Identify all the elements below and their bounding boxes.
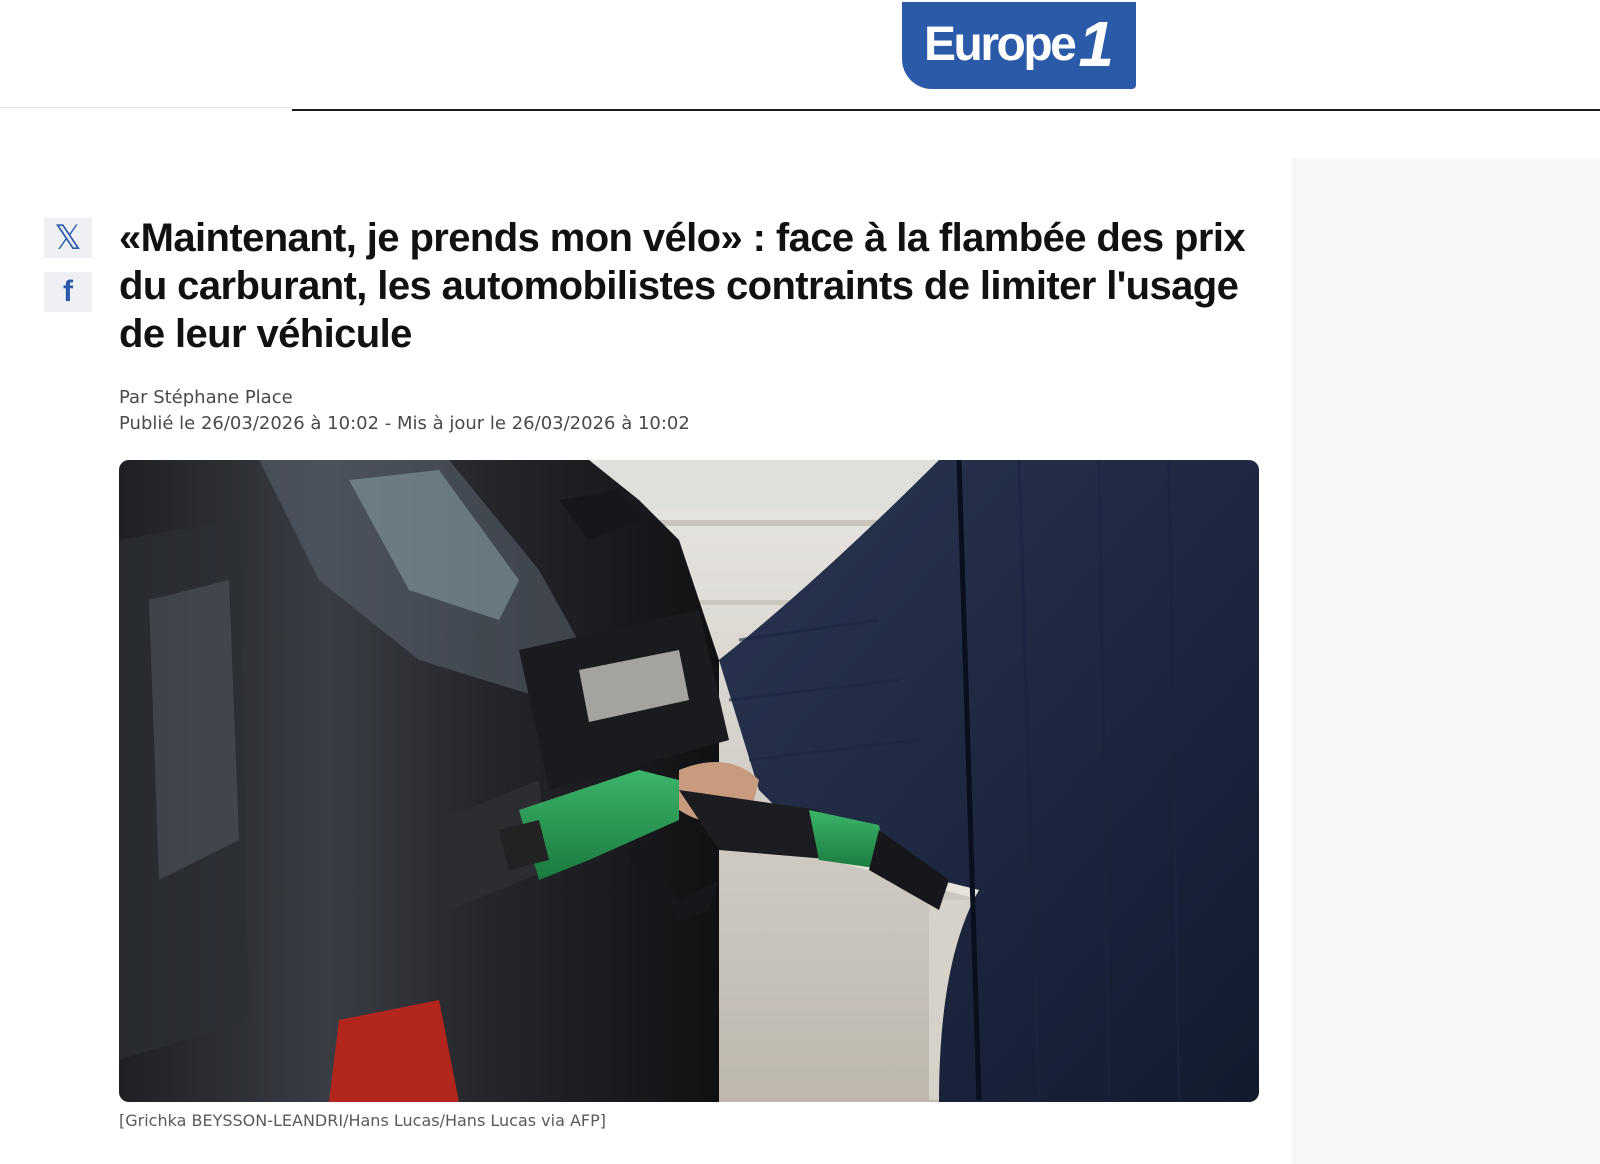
fuel-pump-photo	[119, 460, 1259, 1102]
share-x-button[interactable]: 𝕏	[44, 218, 92, 258]
europe1-logo[interactable]: Europe 1	[902, 2, 1136, 89]
article-dates: Publié le 26/03/2026 à 10:02 - Mis à jou…	[119, 413, 690, 434]
share-bar: 𝕏 f	[44, 218, 92, 326]
photo-credit: [Grichka BEYSSON-LEANDRI/Hans Lucas/Hans…	[119, 1111, 607, 1130]
site-header: Europe 1	[0, 0, 1600, 112]
article-photo	[119, 460, 1259, 1102]
logo-numeral: 1	[1078, 7, 1114, 80]
article-headline: «Maintenant, je prends mon vélo» : face …	[119, 216, 1246, 356]
facebook-icon: f	[63, 275, 73, 308]
logo-wordmark: Europe	[924, 17, 1077, 71]
article-byline: Par Stéphane Place	[119, 387, 293, 408]
header-divider-light	[0, 107, 292, 108]
x-twitter-icon: 𝕏	[54, 218, 82, 258]
header-divider-dark	[292, 109, 1600, 111]
article-header: «Maintenant, je prends mon vélo» : face …	[119, 214, 1259, 437]
right-sidebar	[1292, 158, 1600, 1164]
share-facebook-button[interactable]: f	[44, 272, 92, 312]
